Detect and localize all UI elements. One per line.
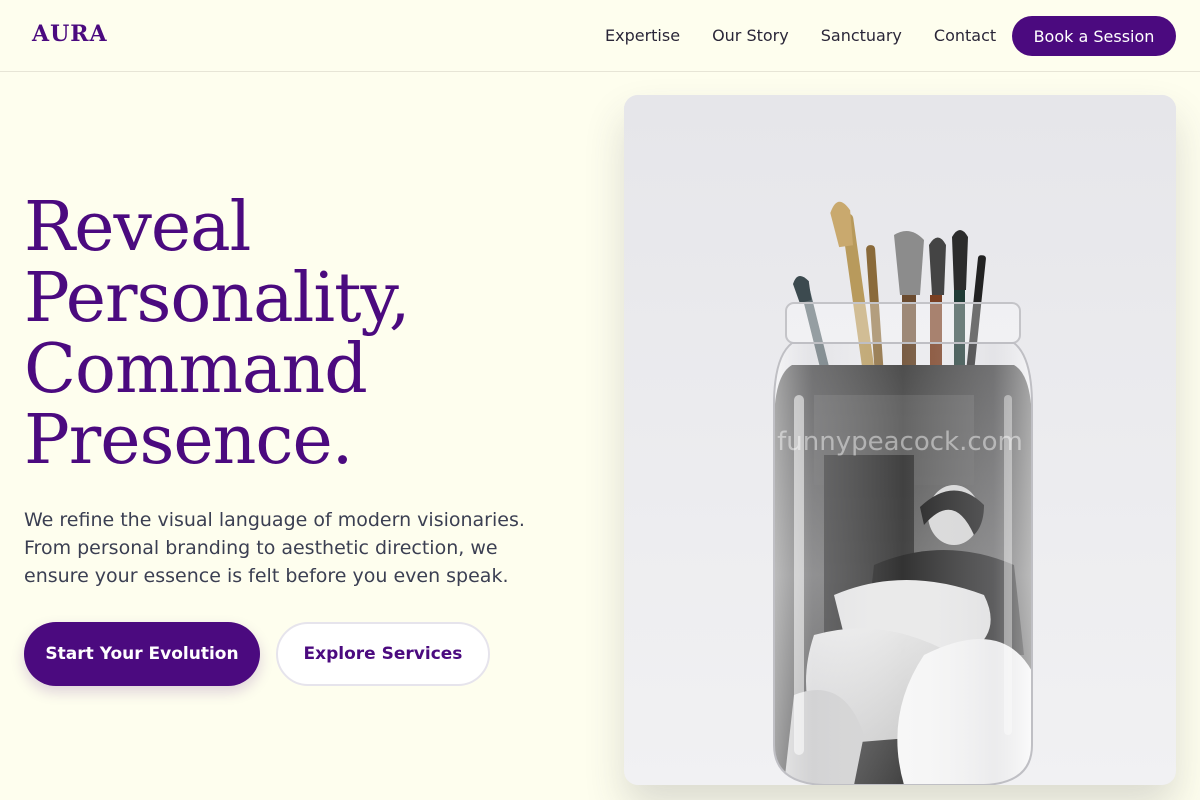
nav-links: Expertise Our Story Sanctuary Contact xyxy=(605,26,996,45)
nav-link-contact[interactable]: Contact xyxy=(934,26,996,45)
glass-jar xyxy=(773,302,1033,785)
image-watermark: funnypeacock.com xyxy=(777,427,1023,457)
top-navigation: AURA Expertise Our Story Sanctuary Conta… xyxy=(0,0,1200,72)
explore-services-button[interactable]: Explore Services xyxy=(276,622,490,686)
nav-link-sanctuary[interactable]: Sanctuary xyxy=(821,26,902,45)
hero-image: funnypeacock.com xyxy=(624,95,1176,785)
hero-title-line: Personality, xyxy=(24,259,410,338)
hero-title-line: Reveal xyxy=(24,188,251,267)
hero-title-line: Presence. xyxy=(24,401,353,480)
nav-link-our-story[interactable]: Our Story xyxy=(712,26,789,45)
hero-title-line: Command xyxy=(24,330,368,409)
brand-logo[interactable]: AURA xyxy=(32,21,108,47)
hero-description-line: From personal branding to aesthetic dire… xyxy=(24,537,498,559)
start-evolution-button[interactable]: Start Your Evolution xyxy=(24,622,260,686)
brush-jar-illustration: funnypeacock.com xyxy=(624,95,1176,785)
hero-description: We refine the visual language of modern … xyxy=(24,506,544,590)
book-session-button[interactable]: Book a Session xyxy=(1012,16,1176,56)
hero-description-line: ensure your essence is felt before you e… xyxy=(24,565,509,587)
hero-description-line: We refine the visual language of modern … xyxy=(24,509,525,531)
nav-link-expertise[interactable]: Expertise xyxy=(605,26,680,45)
hero-title: Reveal Personality, Command Presence. xyxy=(24,192,584,476)
